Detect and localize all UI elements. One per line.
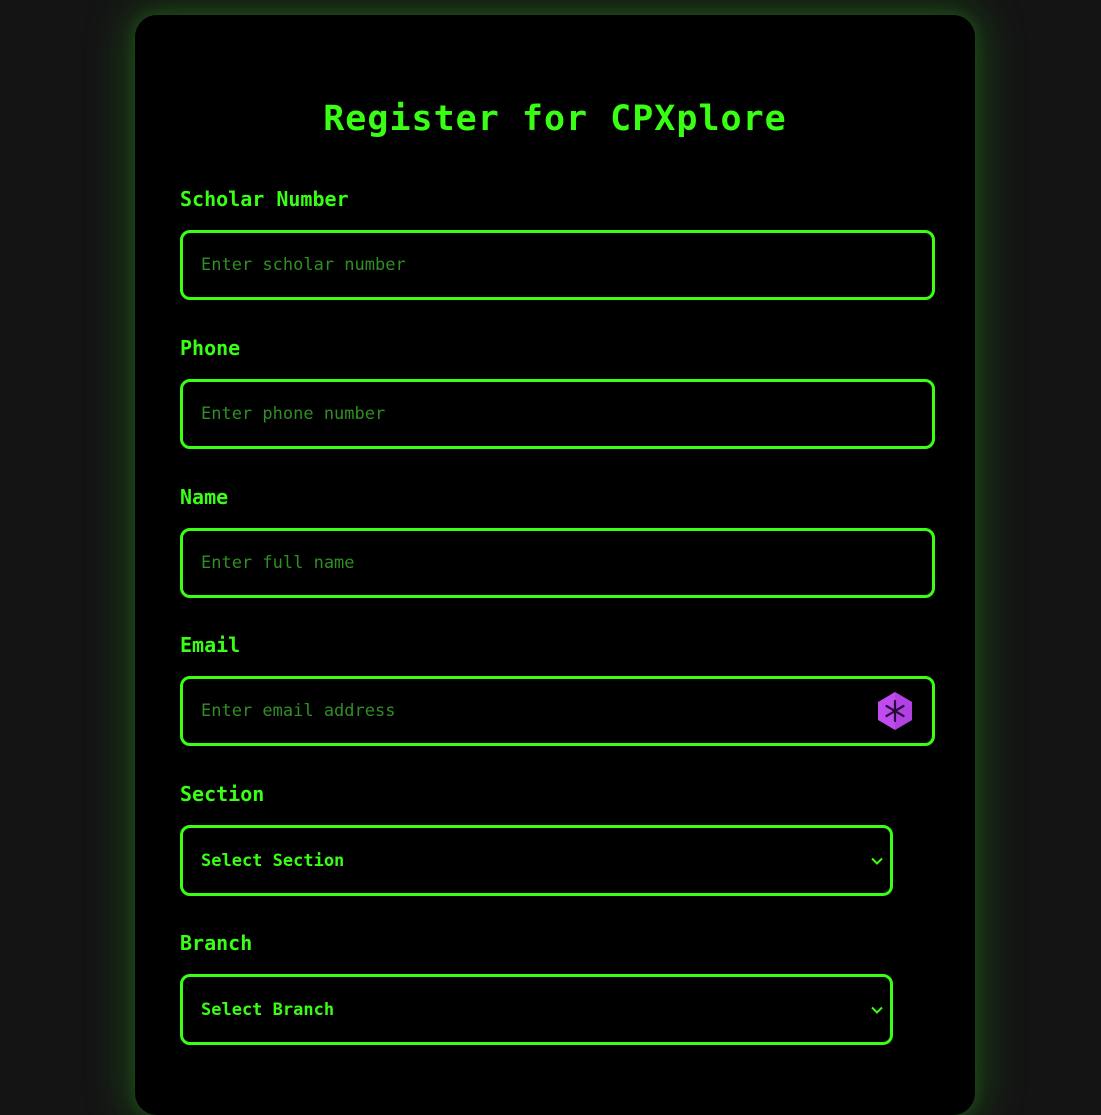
section-label: Section	[180, 782, 265, 806]
section-select[interactable]: Select Section	[180, 825, 893, 896]
name-label: Name	[180, 485, 229, 509]
chevron-down-icon	[871, 857, 883, 865]
name-input[interactable]	[180, 528, 935, 598]
scholar-number-input[interactable]	[180, 230, 935, 300]
branch-label: Branch	[180, 931, 253, 955]
email-input[interactable]	[180, 676, 935, 746]
registration-card: Register for CPXplore Scholar Number Pho…	[135, 15, 975, 1115]
chevron-down-icon	[871, 1006, 883, 1014]
email-label: Email	[180, 633, 241, 657]
form-title: Register for CPXplore	[323, 99, 787, 139]
phone-input[interactable]	[180, 379, 935, 449]
scholar-number-label: Scholar Number	[180, 187, 349, 211]
branch-select[interactable]: Select Branch	[180, 974, 893, 1045]
branch-select-value: Select Branch	[201, 999, 335, 1020]
phone-label: Phone	[180, 336, 241, 360]
password-manager-extension-icon[interactable]	[875, 691, 915, 731]
section-select-value: Select Section	[201, 850, 345, 871]
